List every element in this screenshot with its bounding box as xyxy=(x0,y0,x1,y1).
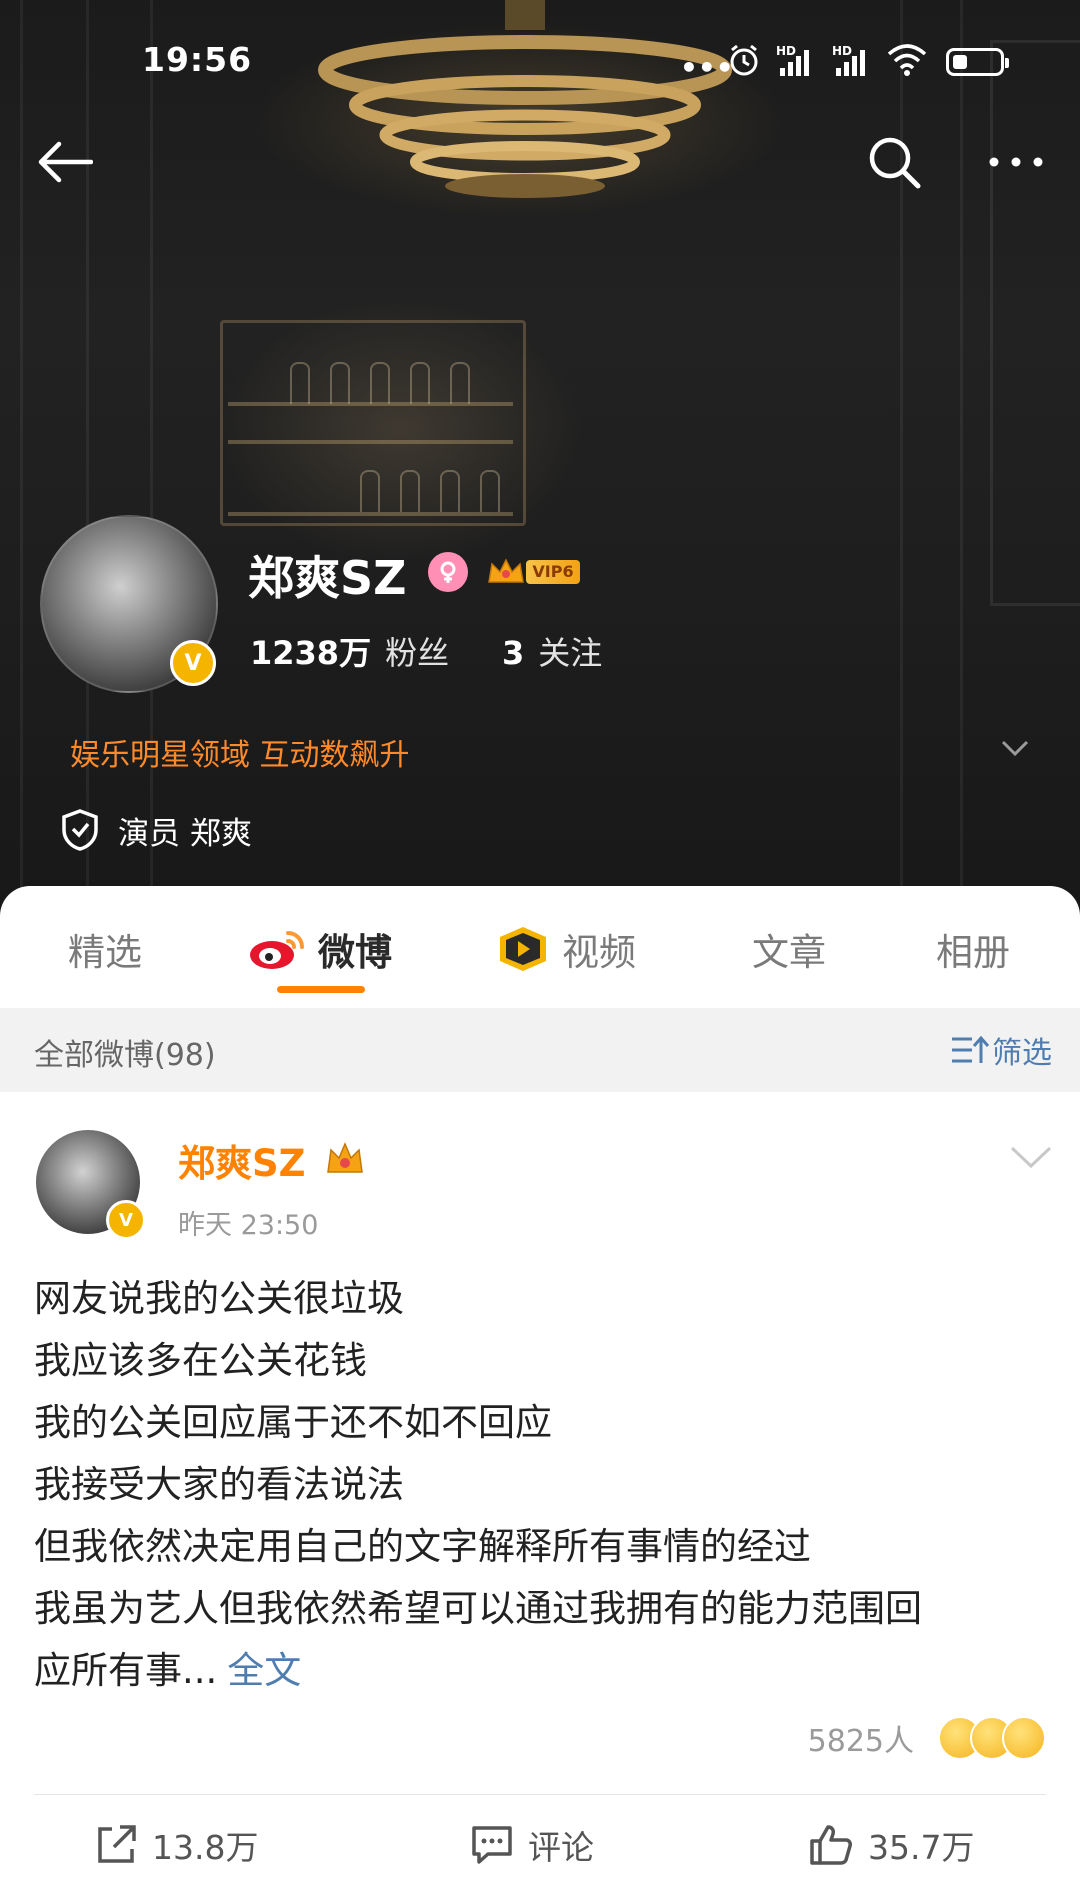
video-play-icon xyxy=(500,927,546,971)
tab-album[interactable]: 相册 xyxy=(936,922,1010,976)
reactions-summary[interactable]: 5825人 xyxy=(808,1716,1046,1760)
post-line: 我应该多在公关花钱 xyxy=(34,1339,367,1382)
glass-shape xyxy=(360,470,380,512)
share-icon xyxy=(98,1825,136,1863)
vip-badge[interactable]: VIP6 xyxy=(486,556,582,588)
post-count-label: 全部微博(98) xyxy=(34,1038,216,1073)
thumbs-up-icon xyxy=(810,1825,852,1865)
emoji-laughing-icon xyxy=(1002,1716,1046,1760)
post-line: 网友说我的公关很垃圾 xyxy=(34,1277,404,1320)
post-line: 我的公关回应属于还不如不回应 xyxy=(34,1401,552,1444)
chevron-down-icon[interactable] xyxy=(1008,1142,1054,1172)
glass-shape xyxy=(480,470,500,512)
signal-strength-icon xyxy=(780,50,809,76)
profile-tabs: 精选 微博 视频 文章 相册 xyxy=(0,886,1080,1006)
chevron-down-icon[interactable] xyxy=(1000,732,1030,762)
verified-badge-icon: V xyxy=(170,640,216,686)
search-icon xyxy=(869,137,921,189)
more-button[interactable] xyxy=(976,122,1056,202)
repost-count: 13.8万 xyxy=(152,1828,259,1867)
read-more-link[interactable]: 全文 xyxy=(227,1649,301,1692)
following-stat[interactable]: 3 关注 xyxy=(502,628,602,674)
shelf-line xyxy=(228,440,513,444)
comment-icon xyxy=(472,1826,512,1864)
tab-weibo-label: 微博 xyxy=(318,931,392,974)
tab-featured-label: 精选 xyxy=(68,931,142,974)
tab-articles[interactable]: 文章 xyxy=(752,922,826,976)
comment-label: 评论 xyxy=(528,1828,594,1867)
vip-level: VIP6 xyxy=(526,560,580,584)
followers-label: 粉丝 xyxy=(385,634,450,672)
wall-panel-line xyxy=(20,0,23,900)
following-count: 3 xyxy=(502,634,525,672)
post-line: 我虽为艺人但我依然希望可以通过我拥有的能力范围回 xyxy=(34,1587,922,1630)
crown-icon xyxy=(327,1142,364,1173)
arrow-left-icon xyxy=(38,141,93,183)
following-label: 关注 xyxy=(538,634,603,672)
like-button[interactable]: 35.7万 xyxy=(808,1816,974,1874)
wall-panel-line xyxy=(960,0,963,900)
glass-shape xyxy=(440,470,460,512)
status-bar: 19:56 ••• HD HD xyxy=(0,0,1080,110)
followers-stat[interactable]: 1238万 粉丝 xyxy=(250,628,449,674)
filter-sort-icon xyxy=(952,1035,990,1063)
shield-check-icon xyxy=(62,809,98,851)
tab-featured[interactable]: 精选 xyxy=(68,922,142,976)
post-line: 我接受大家的看法说法 xyxy=(34,1463,404,1506)
like-count: 35.7万 xyxy=(868,1828,975,1867)
promo-text[interactable]: 娱乐明星领域 互动数飙升 xyxy=(70,730,410,774)
post-divider xyxy=(34,1794,1046,1795)
comment-button[interactable]: 评论 xyxy=(470,1816,594,1874)
post-author-name: 郑爽SZ xyxy=(178,1142,306,1185)
weibo-logo-icon xyxy=(250,931,304,969)
active-tab-indicator xyxy=(277,986,365,993)
post-line: 但我依然决定用自己的文字解释所有事情的经过 xyxy=(34,1525,811,1568)
glass-shape xyxy=(370,362,390,404)
post-author-row[interactable]: 郑爽SZ xyxy=(178,1133,366,1187)
certification-text: 演员 郑爽 xyxy=(118,815,252,852)
female-gender-icon xyxy=(428,552,468,592)
glass-shape xyxy=(450,362,470,404)
glass-shape xyxy=(410,362,430,404)
post-timestamp: 昨天 23:50 xyxy=(178,1210,319,1241)
reaction-count: 5825人 xyxy=(807,1724,914,1759)
glass-shape xyxy=(330,362,350,404)
post-text: 网友说我的公关很垃圾 我应该多在公关花钱 我的公关回应属于还不如不回应 我接受大… xyxy=(34,1268,1044,1702)
glass-shape xyxy=(400,470,420,512)
filter-bar: 全部微博(98) 筛选 xyxy=(0,1008,1080,1092)
battery-icon xyxy=(946,48,1009,76)
followers-count: 1238万 xyxy=(250,634,372,672)
wifi-icon xyxy=(887,44,927,76)
back-button[interactable] xyxy=(24,122,104,202)
crown-icon xyxy=(488,558,524,583)
tab-video[interactable]: 视频 xyxy=(494,922,636,976)
profile-name: 郑爽SZ xyxy=(248,551,407,605)
more-horizontal-icon xyxy=(989,157,1043,167)
filter-label: 筛选 xyxy=(992,1036,1052,1071)
tab-articles-label: 文章 xyxy=(752,931,826,974)
signal-strength-icon xyxy=(836,50,865,76)
tab-album-label: 相册 xyxy=(936,931,1010,974)
post-line: 应所有事... xyxy=(34,1649,218,1692)
alarm-clock-icon xyxy=(730,44,758,76)
shelf-line xyxy=(228,512,513,516)
tab-weibo[interactable]: 微博 xyxy=(248,922,392,976)
search-button[interactable] xyxy=(854,122,934,202)
tab-video-label: 视频 xyxy=(562,931,636,974)
certification-row: 演员 郑爽 xyxy=(60,808,252,852)
filter-button[interactable]: 筛选 xyxy=(950,1028,1052,1072)
glass-shape xyxy=(290,362,310,404)
verified-badge-icon: V xyxy=(106,1200,146,1240)
status-time: 19:56 xyxy=(142,40,253,79)
repost-button[interactable]: 13.8万 xyxy=(94,1816,258,1874)
post-line-last: 应所有事... 全文 xyxy=(34,1640,1044,1702)
